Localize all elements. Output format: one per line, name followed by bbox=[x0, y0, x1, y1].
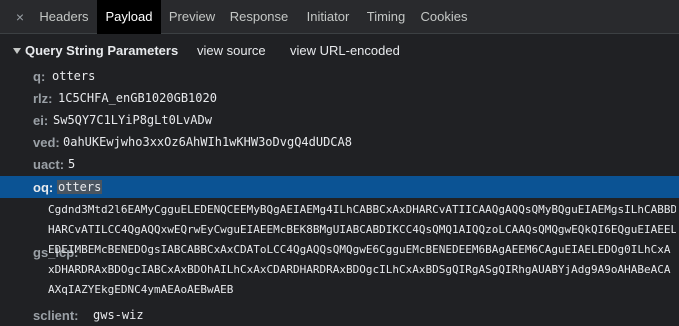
tab-initiator[interactable]: Initiator bbox=[297, 0, 359, 34]
param-key: q: bbox=[33, 69, 46, 84]
param-key: uact: bbox=[33, 157, 65, 172]
tab-headers[interactable]: Headers bbox=[33, 0, 95, 34]
param-value: gws-wiz bbox=[93, 308, 144, 322]
param-row-rlz[interactable]: rlz: 1C5CHFA_enGB1020GB1020 bbox=[0, 87, 679, 109]
param-row-oq[interactable]: oq: otters bbox=[0, 176, 679, 198]
param-key: rlz: bbox=[33, 91, 53, 106]
close-icon[interactable]: × bbox=[12, 9, 28, 25]
tab-preview[interactable]: Preview bbox=[163, 0, 221, 34]
tab-timing[interactable]: Timing bbox=[361, 0, 411, 34]
param-row-ei[interactable]: ei: Sw5QY7C1LYiP8gLt0LvADw bbox=[0, 109, 679, 131]
expand-triangle-icon[interactable] bbox=[13, 48, 21, 54]
param-row-ved[interactable]: ved: 0ahUKEwjwho3xxOz6AhWIh1wKHW3oDvgQ4d… bbox=[0, 131, 679, 153]
query-string-section-header[interactable]: Query String Parameters view source view… bbox=[0, 40, 679, 62]
param-key: sclient: bbox=[33, 308, 79, 323]
section-title: Query String Parameters bbox=[25, 43, 179, 58]
param-value: 0ahUKEwjwho3xxOz6AhWIh1wKHW3oDvgQ4dUDCA8 bbox=[63, 135, 352, 149]
param-value: Sw5QY7C1LYiP8gLt0LvADw bbox=[53, 113, 212, 127]
view-url-encoded-link[interactable]: view URL-encoded bbox=[290, 43, 400, 58]
gs-lcp-value-line: AXqIAZYEkgEDNC4ymAEAoAEBwAEB bbox=[48, 283, 234, 296]
param-value: 1C5CHFA_enGB1020GB1020 bbox=[58, 91, 217, 105]
gs-lcp-value-line: Cgdnd3Mtd2l6EAMyCgguELEDENQCEEMyBQgAEIAE… bbox=[48, 203, 676, 216]
devtools-tab-bar: × Headers Payload Preview Response Initi… bbox=[0, 0, 679, 34]
param-value: 5 bbox=[68, 157, 76, 171]
param-value-highlighted: otters bbox=[57, 180, 103, 194]
gs-lcp-value-line: xDHARDRAxBDOgcIABCxAxBDOhAILhCxAxCDARDHA… bbox=[48, 263, 671, 276]
param-key: ei: bbox=[33, 113, 49, 128]
param-row-uact[interactable]: uact: 5 bbox=[0, 153, 679, 175]
tab-cookies[interactable]: Cookies bbox=[413, 0, 475, 34]
param-row-q[interactable]: q: otters bbox=[0, 65, 679, 87]
param-value-wrap: otters bbox=[57, 180, 103, 194]
param-row-sclient[interactable]: sclient: gws-wiz bbox=[0, 304, 679, 326]
param-key: oq: bbox=[33, 180, 54, 195]
param-value: otters bbox=[52, 69, 96, 83]
gs-lcp-value-line: HARCvATILCC4QgAQQxwEQrwEyCwguEIAEEMcBEK8… bbox=[48, 223, 676, 236]
tab-payload[interactable]: Payload bbox=[97, 0, 161, 34]
param-key: ved: bbox=[33, 135, 60, 150]
tab-response[interactable]: Response bbox=[223, 0, 295, 34]
view-source-link[interactable]: view source bbox=[197, 43, 266, 58]
gs-lcp-value-line: EDEIMBEMcBENEDOgsIABCABBCxAxCDAToLCC4QgA… bbox=[48, 243, 671, 256]
